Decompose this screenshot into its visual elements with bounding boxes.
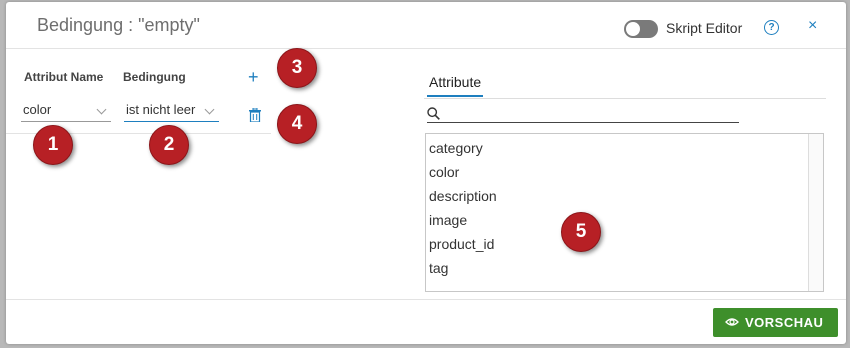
eye-icon — [725, 318, 739, 326]
list-item[interactable]: product_id — [429, 236, 494, 252]
tab-attribute[interactable]: Attribute — [427, 74, 484, 97]
script-editor-toggle[interactable] — [624, 20, 658, 38]
preview-button[interactable]: VORSCHAU — [713, 308, 838, 337]
annotation-badge-4: 4 — [277, 104, 317, 144]
annotation-badge-1: 1 — [33, 125, 73, 165]
list-item[interactable]: description — [429, 188, 497, 204]
search-icon — [427, 107, 440, 120]
attribute-select[interactable]: color — [21, 102, 111, 122]
attribute-search-input[interactable] — [444, 105, 742, 123]
script-editor-label: Skript Editor — [666, 20, 743, 36]
footer-divider — [6, 299, 846, 300]
toggle-knob — [626, 22, 640, 36]
add-condition-icon[interactable]: + — [248, 67, 259, 88]
attribute-select-value: color — [23, 102, 52, 117]
close-icon[interactable]: × — [808, 17, 817, 35]
list-item[interactable]: image — [429, 212, 467, 228]
attribute-name-header: Attribut Name — [24, 70, 104, 84]
list-scrollbar[interactable] — [808, 134, 823, 291]
attribute-list[interactable]: category color description image product… — [425, 133, 824, 292]
annotation-badge-3: 3 — [277, 48, 317, 88]
tab-underline — [424, 98, 826, 99]
preview-label: VORSCHAU — [745, 315, 824, 330]
annotation-badge-5: 5 — [561, 212, 601, 252]
search-underline — [427, 122, 739, 123]
condition-select-value: ist nicht leer — [126, 102, 196, 117]
condition-select[interactable]: ist nicht leer — [124, 102, 219, 122]
condition-header: Bedingung — [123, 70, 186, 84]
condition-dialog: Bedingung : "empty" Skript Editor ? × At… — [6, 2, 846, 344]
dialog-title: Bedingung : "empty" — [37, 15, 200, 35]
annotation-badge-2: 2 — [149, 125, 189, 165]
chevron-down-icon — [96, 104, 107, 115]
list-item[interactable]: category — [429, 140, 483, 156]
help-icon[interactable]: ? — [764, 20, 779, 35]
list-item[interactable]: color — [429, 164, 459, 180]
list-item[interactable]: tag — [429, 260, 448, 276]
trash-icon[interactable] — [249, 108, 261, 122]
header-divider — [6, 48, 846, 49]
chevron-down-icon — [204, 104, 215, 115]
